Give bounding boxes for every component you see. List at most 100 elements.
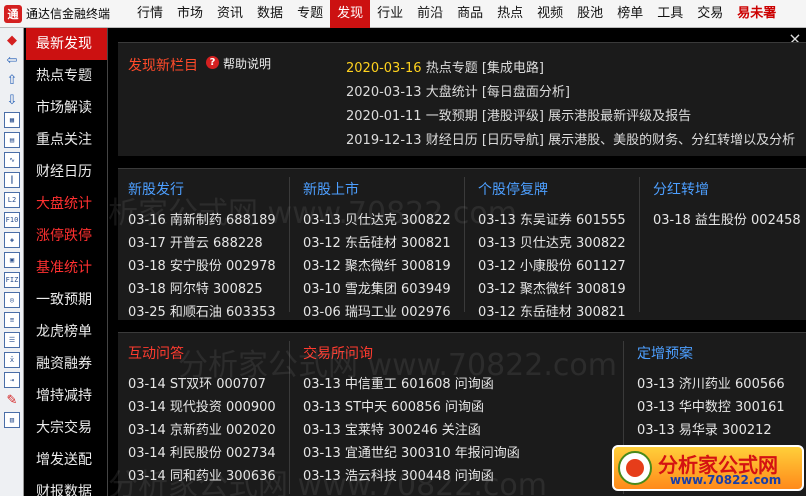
nav-item-1[interactable]: 热点专题 xyxy=(26,60,107,92)
menu-item-7[interactable]: 前沿 xyxy=(410,0,450,28)
menu-item-2[interactable]: 资讯 xyxy=(210,0,250,28)
fiz-icon[interactable]: FIZ xyxy=(4,272,20,288)
menu-item-6[interactable]: 行业 xyxy=(370,0,410,28)
calendar-icon[interactable]: ▣ xyxy=(4,252,20,268)
nav-item-11[interactable]: 增持减持 xyxy=(26,380,107,412)
list-item[interactable]: 03-18 安宁股份 002978 xyxy=(128,255,276,274)
nav-item-2[interactable]: 市场解读 xyxy=(26,92,107,124)
menu-item-12[interactable]: 榜单 xyxy=(610,0,650,28)
kline-icon[interactable]: ┃ xyxy=(4,172,20,188)
arrow-up-icon[interactable]: ⇧ xyxy=(4,72,20,88)
column-title[interactable]: 交易所问询 xyxy=(303,343,373,363)
column-title[interactable]: 新股发行 xyxy=(128,179,184,199)
list-item[interactable]: 03-13 宜通世纪 300310 年报问询函 xyxy=(303,442,520,461)
list-item[interactable]: 03-06 瑞玛工业 002976 xyxy=(303,301,451,320)
news-text: 热点专题 [集成电路] xyxy=(421,61,544,76)
column-title[interactable]: 分红转增 xyxy=(653,179,709,199)
main-content: × 发现新栏目 ? 帮助说明 2020-03-16 热点专题 [集成电路] 202… xyxy=(108,28,806,496)
nav-item-10[interactable]: 融资融券 xyxy=(26,348,107,380)
list-item[interactable]: 03-12 聚杰微纤 300819 xyxy=(478,278,626,297)
nav-item-13[interactable]: 增发送配 xyxy=(26,444,107,476)
nav-item-3[interactable]: 重点关注 xyxy=(26,124,107,156)
list-item[interactable]: 03-18 阿尔特 300825 xyxy=(128,278,263,297)
nav-item-0[interactable]: 最新发现 xyxy=(26,28,107,60)
news-row[interactable]: 2020-03-16 热点专题 [集成电路] xyxy=(346,57,544,76)
list-item[interactable]: 03-18 益生股份 002458 xyxy=(653,209,801,228)
nav-item-8[interactable]: 一致预期 xyxy=(26,284,107,316)
list-item[interactable]: 03-13 中信重工 601608 问询函 xyxy=(303,373,494,392)
export-icon[interactable]: ⇥ xyxy=(4,372,20,388)
list-item[interactable]: 03-17 开普云 688228 xyxy=(128,232,263,251)
f10-circle-icon[interactable]: ◎ xyxy=(4,292,20,308)
news-text: 财经日历 [日历导航] 展示港股、美股的财务、分红转增以及分析 xyxy=(421,133,796,148)
list-item[interactable]: 03-13 宝莱特 300246 关注函 xyxy=(303,419,481,438)
list-item[interactable]: 03-13 贝仕达克 300822 xyxy=(303,209,451,228)
list-item[interactable]: 03-14 同和药业 300636 xyxy=(128,465,276,484)
stack-icon[interactable]: ▥ xyxy=(4,412,20,428)
column-title[interactable]: 互动问答 xyxy=(128,343,184,363)
new-columns-title: 发现新栏目 xyxy=(128,58,198,74)
column-title[interactable]: 个股停复牌 xyxy=(478,179,548,199)
menu-item-14[interactable]: 交易 xyxy=(690,0,730,28)
list-item[interactable]: 03-16 南新制药 688189 xyxy=(128,209,276,228)
level-icon[interactable]: L2 xyxy=(4,192,20,208)
shield-icon[interactable]: ◈ xyxy=(4,232,20,248)
menu-item-3[interactable]: 数据 xyxy=(250,0,290,28)
xy-icon[interactable]: x̄ xyxy=(4,352,20,368)
column-0: 互动问答 03-14 ST双环 000707 03-14 现代投资 000900 03… xyxy=(118,333,290,496)
column-1: 交易所问询 03-13 中信重工 601608 问询函 03-13 ST中天 600… xyxy=(293,333,623,496)
list-item[interactable]: 03-14 现代投资 000900 xyxy=(128,396,276,415)
list-item[interactable]: 03-13 华中数控 300161 xyxy=(637,396,785,415)
column-title[interactable]: 定增预案 xyxy=(637,343,693,363)
arrow-left-icon[interactable]: ⇦ xyxy=(4,52,20,68)
logo-icon[interactable]: ◆ xyxy=(4,32,20,48)
help-icon[interactable]: ? xyxy=(206,56,219,69)
arrow-down-icon[interactable]: ⇩ xyxy=(4,92,20,108)
nav-item-7[interactable]: 基准统计 xyxy=(26,252,107,284)
list-item[interactable]: 03-13 济川药业 600566 xyxy=(637,373,785,392)
list-item[interactable]: 03-25 和顺石油 603353 xyxy=(128,301,276,320)
nav-item-9[interactable]: 龙虎榜单 xyxy=(26,316,107,348)
list-item[interactable]: 03-12 小康股份 601127 xyxy=(478,255,626,274)
menu-item-1[interactable]: 市场 xyxy=(170,0,210,28)
nav-item-12[interactable]: 大宗交易 xyxy=(26,412,107,444)
menu-item-5[interactable]: 发现 xyxy=(330,0,371,28)
menu-item-9[interactable]: 热点 xyxy=(490,0,530,28)
list-item[interactable]: 03-12 聚杰微纤 300819 xyxy=(303,255,451,274)
list-item[interactable]: 03-14 京新药业 002020 xyxy=(128,419,276,438)
list-item[interactable]: 03-14 ST双环 000707 xyxy=(128,373,266,392)
list-item[interactable]: 03-13 ST中天 600856 问询函 xyxy=(303,396,484,415)
column-title[interactable]: 新股上市 xyxy=(303,179,359,199)
nav-item-14[interactable]: 财报数据 xyxy=(26,476,107,496)
menu-item-4[interactable]: 专题 xyxy=(290,0,330,28)
f10-icon[interactable]: F10 xyxy=(4,212,20,228)
document-icon[interactable]: ≡ xyxy=(4,312,20,328)
chart-icon[interactable]: ▦ xyxy=(4,112,20,128)
list-item[interactable]: 03-10 雪龙集团 603949 xyxy=(303,278,451,297)
list-item[interactable]: 03-14 利民股份 002734 xyxy=(128,442,276,461)
list-item[interactable]: 03-13 东吴证券 601555 xyxy=(478,209,626,228)
news-row[interactable]: 2020-03-13 大盘统计 [每日盘面分析] xyxy=(346,81,570,100)
list-icon[interactable]: ☰ xyxy=(4,332,20,348)
menu-item-15[interactable]: 易未署 xyxy=(730,0,783,28)
list-item[interactable]: 03-12 东岳硅材 300821 xyxy=(478,301,626,320)
nav-item-6[interactable]: 涨停跌停 xyxy=(26,220,107,252)
news-row[interactable]: 2020-01-11 一致预期 [港股评级] 展示港股最新评级及报告 xyxy=(346,105,691,124)
help-link[interactable]: 帮助说明 xyxy=(223,55,271,72)
list-item[interactable]: 03-13 贝仕达克 300822 xyxy=(478,232,626,251)
menu-item-0[interactable]: 行情 xyxy=(130,0,170,28)
menu-item-8[interactable]: 商品 xyxy=(450,0,490,28)
list-item[interactable]: 03-12 东岳硅材 300821 xyxy=(303,232,451,251)
pencil-icon[interactable]: ✎ xyxy=(4,392,20,408)
menu-item-11[interactable]: 股池 xyxy=(570,0,610,28)
nav-item-5[interactable]: 大盘统计 xyxy=(26,188,107,220)
list-item[interactable]: 03-13 浩云科技 300448 问询函 xyxy=(303,465,494,484)
column-0: 新股发行 03-16 南新制药 688189 03-17 开普云 688228 03-… xyxy=(118,169,290,320)
news-row[interactable]: 2019-12-13 财经日历 [日历导航] 展示港股、美股的财务、分红转增以及… xyxy=(346,129,795,148)
grid-icon[interactable]: ▤ xyxy=(4,132,20,148)
line-chart-icon[interactable]: ∿ xyxy=(4,152,20,168)
menu-item-13[interactable]: 工具 xyxy=(650,0,690,28)
list-item[interactable]: 03-13 易华录 300212 xyxy=(637,419,772,438)
menu-item-10[interactable]: 视频 xyxy=(530,0,570,28)
nav-item-4[interactable]: 财经日历 xyxy=(26,156,107,188)
